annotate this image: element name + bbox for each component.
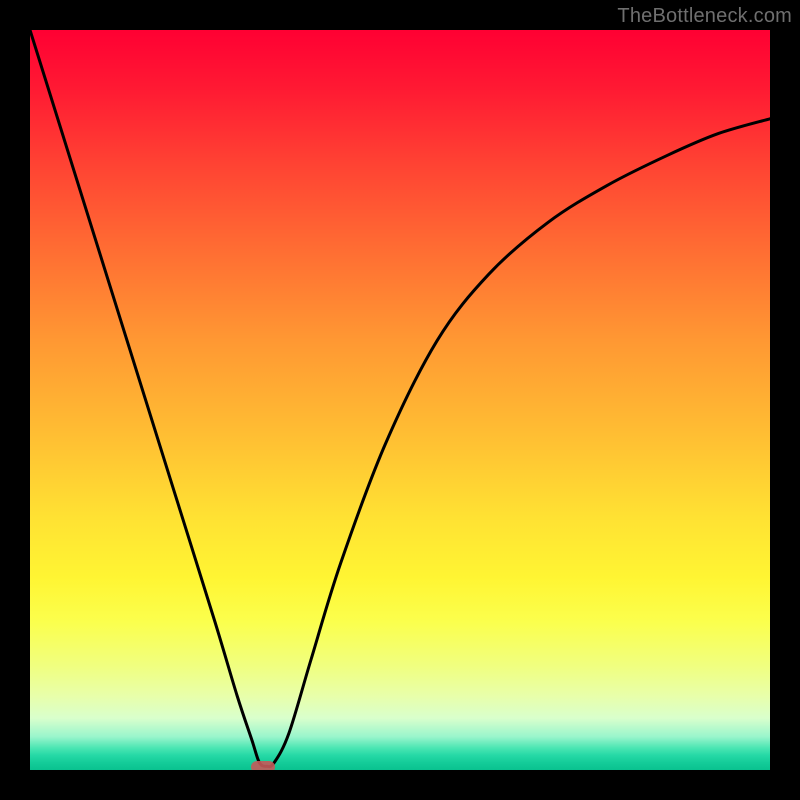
minimum-marker [251, 761, 275, 770]
plot-area [30, 30, 770, 770]
chart-frame: TheBottleneck.com [0, 0, 800, 800]
watermark-text: TheBottleneck.com [617, 5, 792, 28]
bottleneck-curve [30, 30, 770, 770]
